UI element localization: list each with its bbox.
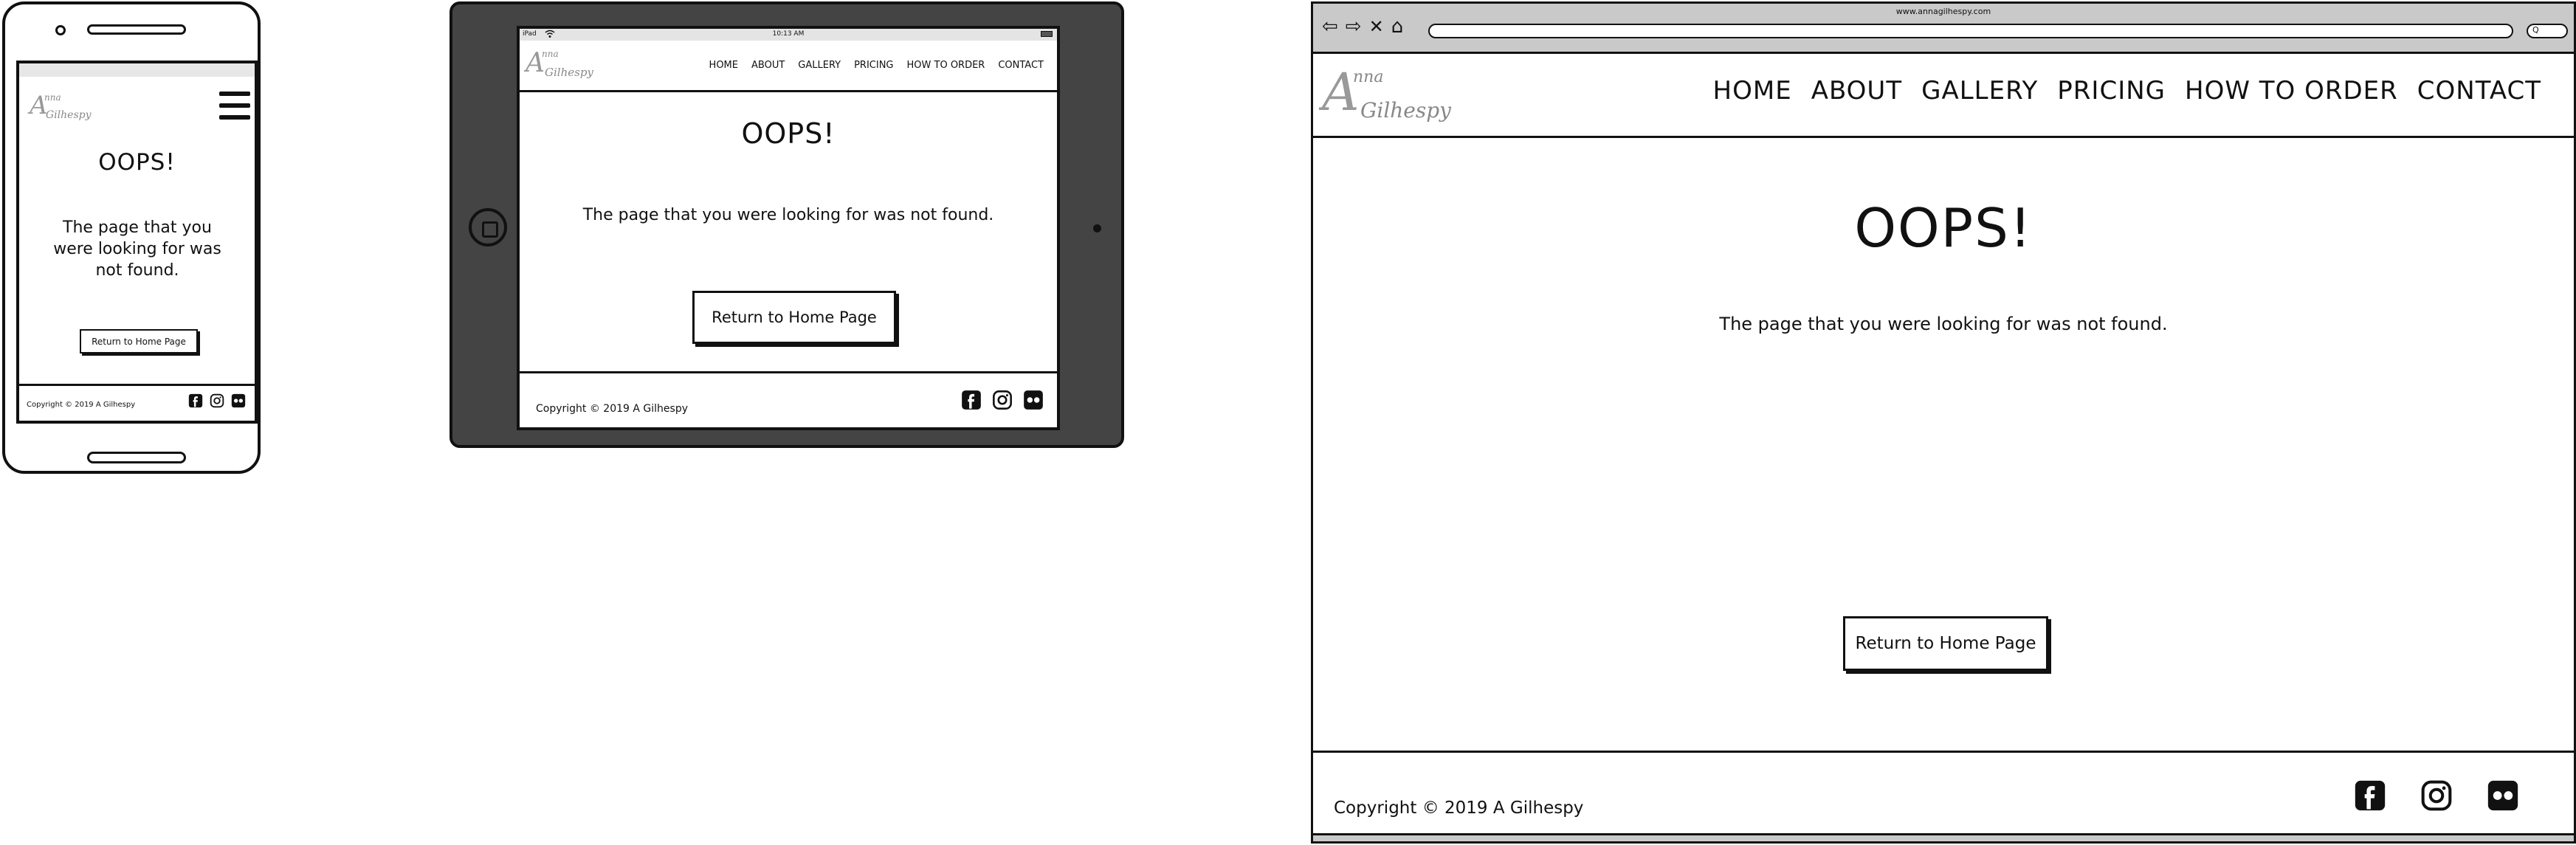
copyright-text: Copyright © 2019 A Gilhespy xyxy=(27,401,136,409)
copyright-text: Copyright © 2019 A Gilhespy xyxy=(536,403,688,415)
flickr-icon[interactable] xyxy=(2487,779,2519,812)
logo[interactable]: A nna Gilhespy xyxy=(1319,60,1467,134)
browser-search-field[interactable]: Q xyxy=(2527,24,2568,38)
instagram-icon[interactable] xyxy=(210,393,224,408)
not-found-message: The page that you were looking for was n… xyxy=(582,206,994,224)
footer: Copyright © 2019 A Gilhespy xyxy=(19,384,255,421)
footer: Copyright © 2019 A Gilhespy xyxy=(520,371,1057,427)
browser-toolbar: www.annagilhespy.com ⇦ ⇨ ✕ ⌂ Q xyxy=(1313,4,2574,54)
copyright-text: Copyright © 2019 A Gilhespy xyxy=(1334,799,1584,818)
svg-text:Gilhespy: Gilhespy xyxy=(1360,98,1452,123)
header: A nna Gilhespy HOME ABOUT GALLERY PRICIN… xyxy=(1313,54,2574,138)
nav-gallery[interactable]: GALLERY xyxy=(1921,76,2038,106)
page-title: OOPS! xyxy=(741,117,836,150)
instagram-icon[interactable] xyxy=(2420,779,2453,812)
facebook-icon[interactable] xyxy=(188,393,203,408)
phone-speaker xyxy=(87,24,186,35)
social-links xyxy=(188,393,246,408)
nav-about[interactable]: ABOUT xyxy=(751,60,785,71)
tablet-status-bar: iPad 10:13 AM xyxy=(520,29,1057,41)
forward-arrow-icon[interactable]: ⇨ xyxy=(1346,17,1362,36)
svg-text:nna: nna xyxy=(1353,68,1383,86)
nav-how-to-order[interactable]: HOW TO ORDER xyxy=(2185,76,2398,106)
tablet-home-button xyxy=(469,208,507,246)
nav-how-to-order[interactable]: HOW TO ORDER xyxy=(907,60,985,71)
page-title: OOPS! xyxy=(1854,197,2033,259)
battery-icon xyxy=(1041,31,1053,37)
phone-frame: A nna Gilhespy OOPS! The page that you w… xyxy=(2,1,261,474)
instagram-icon[interactable] xyxy=(992,390,1013,410)
facebook-icon[interactable] xyxy=(2354,779,2386,812)
close-icon[interactable]: ✕ xyxy=(1369,17,1384,36)
browser-status-bar xyxy=(1313,833,2574,841)
social-links xyxy=(2354,779,2519,812)
logo[interactable]: A nna Gilhespy xyxy=(524,44,617,88)
phone-home-button xyxy=(87,452,186,463)
svg-text:nna: nna xyxy=(44,92,61,103)
nav-pricing[interactable]: PRICING xyxy=(2057,76,2166,106)
footer: Copyright © 2019 A Gilhespy xyxy=(1313,751,2574,833)
address-bar[interactable] xyxy=(1428,24,2513,38)
url-text: www.annagilhespy.com xyxy=(1895,7,1991,16)
nav-contact[interactable]: CONTACT xyxy=(998,60,1044,71)
browser-window: www.annagilhespy.com ⇦ ⇨ ✕ ⌂ Q A nna Gil… xyxy=(1311,1,2576,844)
tablet-screen: iPad 10:13 AM A nna Gilhespy HOME ABOUT … xyxy=(517,26,1060,430)
nav-contact[interactable]: CONTACT xyxy=(2417,76,2541,106)
logo[interactable]: A nna Gilhespy xyxy=(27,84,108,128)
nav-home[interactable]: HOME xyxy=(709,60,738,71)
social-links xyxy=(961,390,1044,410)
phone-screen: A nna Gilhespy OOPS! The page that you w… xyxy=(16,61,258,424)
main-nav: HOME ABOUT GALLERY PRICING HOW TO ORDER … xyxy=(1713,76,2541,106)
svg-text:nna: nna xyxy=(542,49,559,59)
flickr-icon[interactable] xyxy=(231,393,246,408)
not-found-message: The page that you were looking for was n… xyxy=(53,218,221,280)
flickr-icon[interactable] xyxy=(1023,390,1044,410)
return-home-button[interactable]: Return to Home Page xyxy=(1843,616,2048,671)
svg-text:Gilhespy: Gilhespy xyxy=(545,66,593,79)
phone-camera xyxy=(55,25,66,35)
back-arrow-icon[interactable]: ⇦ xyxy=(1322,17,1338,36)
page-title: OOPS! xyxy=(98,149,176,176)
tablet-frame: iPad 10:13 AM A nna Gilhespy HOME ABOUT … xyxy=(450,1,1124,448)
status-time: 10:13 AM xyxy=(772,30,805,38)
svg-text:Gilhespy: Gilhespy xyxy=(46,109,92,121)
nav-gallery[interactable]: GALLERY xyxy=(798,60,841,71)
return-home-button[interactable]: Return to Home Page xyxy=(80,329,198,353)
nav-about[interactable]: ABOUT xyxy=(1811,76,1902,106)
phone-status-bar xyxy=(19,63,255,77)
main-nav: HOME ABOUT GALLERY PRICING HOW TO ORDER … xyxy=(709,60,1044,71)
browser-nav-icons: ⇦ ⇨ ✕ ⌂ xyxy=(1322,17,1403,36)
nav-pricing[interactable]: PRICING xyxy=(854,60,893,71)
nav-home[interactable]: HOME xyxy=(1713,76,1792,106)
header: A nna Gilhespy HOME ABOUT GALLERY PRICIN… xyxy=(520,41,1057,92)
return-home-button[interactable]: Return to Home Page xyxy=(692,291,896,344)
hamburger-menu-icon[interactable] xyxy=(219,92,250,120)
tablet-camera xyxy=(1093,224,1101,232)
not-found-message: The page that you were looking for was n… xyxy=(1719,314,2168,334)
facebook-icon[interactable] xyxy=(961,390,982,410)
home-icon[interactable]: ⌂ xyxy=(1391,17,1404,36)
